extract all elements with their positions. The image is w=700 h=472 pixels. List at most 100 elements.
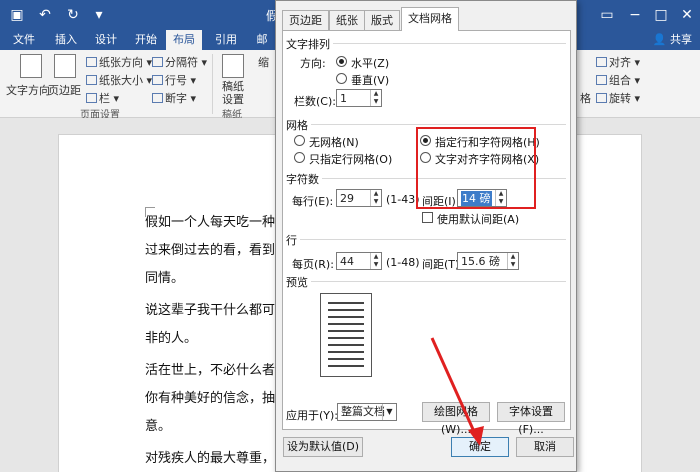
align-button[interactable]: 对齐 ▾ [596,54,640,70]
vertical-radio[interactable] [336,73,347,84]
hyphenation-button[interactable]: 断字 ▾ [152,90,196,106]
horizontal-label[interactable]: 水平(Z) [351,55,389,71]
group-label: 组合 [609,74,631,87]
line-grid-only-radio[interactable] [294,152,305,163]
chevron-down-icon[interactable]: ▼ [382,404,396,420]
tab-layout[interactable]: 布局 [166,30,202,50]
line-numbers-label: 行号 [165,74,187,87]
columns-spinner[interactable]: 1 ▲ ▼ [336,89,382,107]
direction-label: 方向: [300,57,326,70]
doc-line[interactable]: 你有种美好的信念，抽 [145,387,275,406]
tab-paper[interactable]: 纸张 [329,10,365,30]
use-default-pitch-checkbox[interactable] [422,212,433,223]
hyphenation-label: 断字 [165,92,187,105]
close-icon[interactable]: ✕ [676,4,698,26]
tab-mailings[interactable]: 邮 [250,30,274,50]
margins-icon[interactable] [54,54,76,78]
columns-button[interactable]: 栏 ▾ [86,90,119,106]
spin-down-icon[interactable]: ▼ [508,261,518,269]
ribbon-options-icon[interactable]: ▭ [596,4,618,26]
font-settings-button[interactable]: 字体设置(F)... [497,402,565,436]
cancel-button[interactable]: 取消 [516,437,574,457]
lines-heading: 行 [286,232,300,248]
line-numbers-icon [152,75,163,85]
grid-preview [320,293,372,377]
lines-per-page-spinner[interactable]: 44 ▲ ▼ [336,252,382,270]
chars-per-line-spinner[interactable]: 29 ▲ ▼ [336,189,382,207]
orientation-button[interactable]: 纸张方向 ▾ [86,54,152,70]
spin-up-icon[interactable]: ▲ [371,190,381,198]
line-grid-only-label[interactable]: 只指定行网格(O) [309,151,392,167]
group-icon [596,75,607,85]
hyphenation-icon [152,93,163,103]
doc-line[interactable]: 活在世上，不必什么者 [145,359,275,378]
breaks-label: 分隔符 [165,56,198,69]
group-button[interactable]: 组合 ▾ [596,72,640,88]
doc-line[interactable]: 假如一个人每天吃一种 [145,211,275,230]
preview-heading: 预览 [286,274,311,290]
share-label: 共享 [670,33,692,46]
rotate-button[interactable]: 旋转 ▾ [596,90,640,106]
highlight-box [416,127,536,209]
vertical-label[interactable]: 垂直(V) [351,72,389,88]
spin-up-icon[interactable]: ▲ [508,253,518,261]
spinner-arrows[interactable]: ▲ ▼ [507,253,518,269]
doc-line[interactable]: 对残疾人的最大尊重， [145,447,275,466]
draw-grid-button[interactable]: 绘图网格(W)... [422,402,490,436]
share-button[interactable]: 👤 共享 [653,30,692,50]
margins-button[interactable]: 页边距 [48,82,81,98]
text-direction-icon[interactable] [20,54,42,78]
horizontal-radio[interactable] [336,56,347,67]
tab-home[interactable]: 开始 [128,30,164,50]
align-label: 对齐 [609,56,631,69]
tab-insert[interactable]: 插入 [48,30,84,50]
save-icon[interactable]: ▣ [8,6,26,24]
spin-up-icon[interactable]: ▲ [371,90,381,98]
no-grid-label[interactable]: 无网格(N) [309,134,359,150]
draft-paper-icon[interactable] [222,54,244,78]
preview-line [328,316,364,318]
doc-line[interactable]: 过来倒过去的看，看到 [145,239,275,258]
tab-margins[interactable]: 页边距 [282,10,329,30]
spin-down-icon[interactable]: ▼ [371,261,381,269]
ok-button[interactable]: 确定 [451,437,509,457]
tab-design[interactable]: 设计 [88,30,124,50]
spin-down-icon[interactable]: ▼ [371,198,381,206]
tab-document-grid[interactable]: 文档网格 [401,7,459,31]
draft-paper-button[interactable]: 稿纸设置 [222,80,246,106]
line-numbers-button[interactable]: 行号 ▾ [152,72,196,88]
text-direction-button[interactable]: 文字方向 [6,82,50,98]
maximize-icon[interactable]: □ [650,4,672,26]
columns-value: 1 [340,92,347,105]
chars-per-line-value: 29 [340,192,354,205]
redo-icon[interactable]: ↻ [64,6,82,24]
spinner-arrows[interactable]: ▲ ▼ [370,253,381,269]
grid-heading: 网格 [286,117,311,133]
customize-qa-icon[interactable]: ▾ [90,6,108,24]
set-default-button[interactable]: 设为默认值(D) [283,437,363,457]
minimize-icon[interactable]: − [624,4,646,26]
doc-line[interactable]: 非的人。 [145,327,197,346]
doc-line[interactable]: 同情。 [145,267,184,286]
use-default-pitch-label[interactable]: 使用默认间距(A) [437,211,519,227]
doc-line[interactable]: 意。 [145,415,171,434]
breaks-button[interactable]: 分隔符 ▾ [152,54,207,70]
tab-file[interactable]: 文件 [6,30,42,50]
size-icon [86,75,97,85]
spinner-arrows[interactable]: ▲ ▼ [370,90,381,106]
text-arrangement-heading: 文字排列 [286,36,333,52]
undo-icon[interactable]: ↶ [36,6,54,24]
spinner-arrows[interactable]: ▲ ▼ [370,190,381,206]
tab-references[interactable]: 引用 [208,30,244,50]
breaks-icon [152,57,163,67]
size-button[interactable]: 纸张大小 ▾ [86,72,152,88]
apply-to-select[interactable]: 整篇文档 ▼ [337,403,397,421]
ribbon-separator [212,54,213,114]
tab-layout-dialog[interactable]: 版式 [364,10,400,30]
spin-down-icon[interactable]: ▼ [371,98,381,106]
characters-heading: 字符数 [286,171,322,187]
spin-up-icon[interactable]: ▲ [371,253,381,261]
doc-line[interactable]: 说这辈子我干什么都可 [145,299,275,318]
line-pitch-spinner[interactable]: 15.6 磅 ▲ ▼ [457,252,519,270]
no-grid-radio[interactable] [294,135,305,146]
